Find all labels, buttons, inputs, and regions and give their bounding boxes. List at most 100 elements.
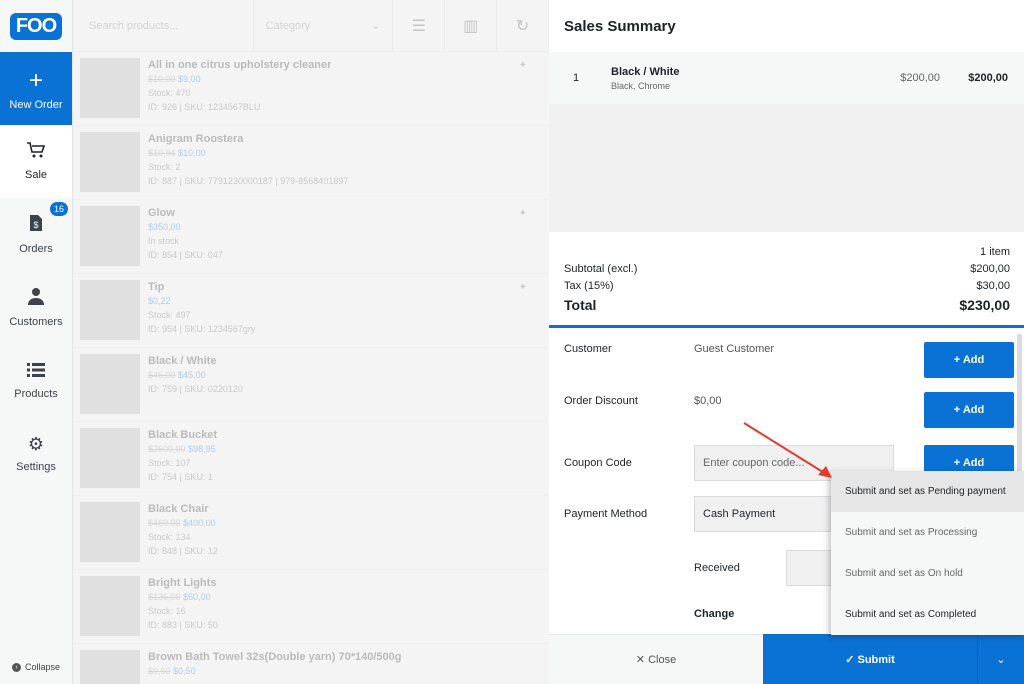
collapse-button[interactable]: ‹ Collapse bbox=[12, 662, 60, 672]
product-price: $136,00 $50,00 bbox=[148, 590, 218, 604]
add-customer-button[interactable]: + Add bbox=[924, 342, 1014, 378]
product-thumbnail bbox=[80, 280, 140, 340]
chevron-down-icon: ⌄ bbox=[996, 653, 1006, 666]
collapse-icon: ‹ bbox=[12, 662, 21, 672]
sidebar-item-sale[interactable]: Sale bbox=[0, 125, 72, 198]
line-details: Black / White Black, Chrome bbox=[611, 66, 679, 91]
product-stock: Stock: 497 bbox=[148, 310, 191, 320]
tax-row: Tax (15%) $30,00 bbox=[564, 278, 1010, 295]
close-button[interactable]: ✕ Close bbox=[549, 634, 763, 684]
barcode-button[interactable]: ▥ bbox=[445, 0, 498, 52]
subtotal-label: Subtotal (excl.) bbox=[564, 263, 638, 275]
product-item[interactable]: Bright Lights $136,00 $50,00 Stock: 16 I… bbox=[74, 570, 549, 644]
product-item[interactable]: Black Bucket $2600,00 $98,95 Stock: 107 … bbox=[74, 422, 549, 496]
submit-options-menu: Submit and set as Pending payment Submit… bbox=[831, 471, 1024, 635]
sidebar-item-label: Products bbox=[14, 388, 58, 400]
product-name: Anigram Roostera bbox=[148, 133, 244, 145]
category-select[interactable]: Category ⌄ bbox=[254, 0, 394, 52]
product-panel: Search products... Category ⌄ ☰ ▥ ↻ All … bbox=[74, 0, 549, 684]
line-price: $200,00 bbox=[900, 72, 940, 84]
customer-value: Guest Customer bbox=[694, 343, 775, 355]
product-old-price: $2600,00 bbox=[148, 444, 186, 454]
product-price: $10,00 $9,00 bbox=[148, 72, 331, 86]
product-new-price: $0,50 bbox=[173, 666, 196, 676]
product-new-price: $0,22 bbox=[148, 296, 171, 306]
cart-line-item[interactable]: 1 Black / White Black, Chrome $200,00 $2… bbox=[549, 52, 1024, 104]
product-id: ID: 883 | SKU: 50 bbox=[148, 620, 218, 630]
product-item[interactable]: All in one citrus upholstery cleaner $10… bbox=[74, 52, 549, 126]
product-info: Tip $0,22 Stock: 497 ID: 954 | SKU: 1234… bbox=[148, 280, 255, 341]
items-count: 1 item bbox=[980, 246, 1010, 258]
product-price: $0,22 bbox=[148, 294, 255, 308]
coupon-label: Coupon Code bbox=[564, 457, 632, 469]
product-old-price: $46,00 bbox=[148, 370, 176, 380]
sidebar-item-new-order[interactable]: + New Order bbox=[0, 52, 72, 125]
product-name: Black Chair bbox=[148, 503, 209, 515]
menu-item-completed[interactable]: Submit and set as Completed bbox=[831, 594, 1024, 635]
product-name: Tip bbox=[148, 281, 165, 293]
product-info: Glow $350,00 In stock ID: 854 | SKU: 047 bbox=[148, 206, 223, 267]
filter-button[interactable]: ☰ bbox=[393, 0, 446, 52]
refresh-button[interactable]: ↻ bbox=[497, 0, 549, 52]
search-input[interactable]: Search products... bbox=[74, 0, 254, 52]
product-stock: Stock: 134 bbox=[148, 532, 191, 542]
tax-value: $30,00 bbox=[976, 280, 1010, 292]
product-stock: In stock bbox=[148, 236, 180, 246]
product-info: Brown Bath Towel 32s(Double yarn) 70*140… bbox=[148, 650, 401, 684]
menu-item-processing[interactable]: Submit and set as Processing bbox=[831, 512, 1024, 553]
sidebar-item-customers[interactable]: Customers bbox=[0, 271, 72, 344]
list-icon bbox=[27, 361, 45, 382]
product-stock: Stock: 16 bbox=[148, 606, 186, 616]
sidebar-item-products[interactable]: Products bbox=[0, 344, 72, 417]
total-value: $230,00 bbox=[959, 297, 1010, 313]
sidebar: FOO + New Order Sale 16 $ Orders Custome… bbox=[0, 0, 73, 684]
line-total: $200,00 bbox=[968, 72, 1008, 84]
product-list: All in one citrus upholstery cleaner $10… bbox=[74, 52, 549, 684]
product-thumbnail bbox=[80, 132, 140, 192]
total-label: Total bbox=[564, 297, 597, 313]
menu-item-on-hold[interactable]: Submit and set as On hold bbox=[831, 553, 1024, 594]
payment-label: Payment Method bbox=[564, 508, 648, 520]
product-id: ID: 887 | SKU: 7791230000187 | 979-85684… bbox=[148, 176, 349, 186]
product-name: Bright Lights bbox=[148, 577, 217, 589]
product-item[interactable]: Glow $350,00 In stock ID: 854 | SKU: 047… bbox=[74, 200, 549, 274]
discount-label: Order Discount bbox=[564, 395, 638, 407]
line-name: Black / White bbox=[611, 65, 680, 78]
pin-icon[interactable]: ✦ bbox=[519, 60, 527, 71]
logo[interactable]: FOO bbox=[0, 0, 72, 52]
pin-icon[interactable]: ✦ bbox=[519, 208, 527, 219]
product-item[interactable]: Black / White $46,00 $45,00 ID: 759 | SK… bbox=[74, 348, 549, 422]
product-price: $460,00 $400,00 bbox=[148, 516, 218, 530]
customer-label: Customer bbox=[564, 343, 612, 355]
add-discount-button[interactable]: + Add bbox=[924, 392, 1014, 428]
received-input[interactable] bbox=[786, 550, 836, 586]
product-item[interactable]: Black Chair $460,00 $400,00 Stock: 134 I… bbox=[74, 496, 549, 570]
gear-icon: ⚙ bbox=[27, 434, 45, 454]
product-new-price: $10,00 bbox=[178, 148, 206, 158]
submit-button[interactable]: ✓ Submit bbox=[763, 634, 977, 684]
product-name: Black Bucket bbox=[148, 429, 218, 441]
product-price: $10,94 $10,00 bbox=[148, 146, 348, 160]
logo-text: FOO bbox=[9, 12, 63, 40]
product-thumbnail bbox=[80, 354, 140, 414]
product-item[interactable]: Brown Bath Towel 32s(Double yarn) 70*140… bbox=[74, 644, 549, 684]
product-toolbar: Search products... Category ⌄ ☰ ▥ ↻ bbox=[74, 0, 549, 52]
product-item[interactable]: Anigram Roostera $10,94 $10,00 Stock: 2 … bbox=[74, 126, 549, 200]
product-thumbnail bbox=[80, 576, 140, 636]
product-thumbnail bbox=[80, 58, 140, 118]
submit-options-button[interactable]: ⌄ bbox=[977, 634, 1024, 684]
product-name: Brown Bath Towel 32s(Double yarn) 70*140… bbox=[148, 651, 402, 663]
pin-icon[interactable]: ✦ bbox=[519, 282, 527, 293]
sidebar-item-label: Customers bbox=[9, 316, 63, 328]
sidebar-item-settings[interactable]: ⚙ Settings bbox=[0, 417, 72, 490]
payment-select[interactable]: Cash Payment bbox=[694, 496, 834, 532]
change-label: Change bbox=[694, 608, 735, 620]
product-info: Black Bucket $2600,00 $98,95 Stock: 107 … bbox=[148, 428, 217, 489]
barcode-icon: ▥ bbox=[463, 17, 479, 35]
collapse-label: Collapse bbox=[25, 662, 61, 672]
product-item[interactable]: Tip $0,22 Stock: 497 ID: 954 | SKU: 1234… bbox=[74, 274, 549, 348]
menu-item-pending[interactable]: Submit and set as Pending payment bbox=[831, 471, 1024, 512]
product-price: $0,60 $0,50 bbox=[148, 664, 401, 678]
sidebar-item-orders[interactable]: 16 $ Orders bbox=[0, 198, 72, 271]
product-new-price: $50,00 bbox=[183, 592, 211, 602]
